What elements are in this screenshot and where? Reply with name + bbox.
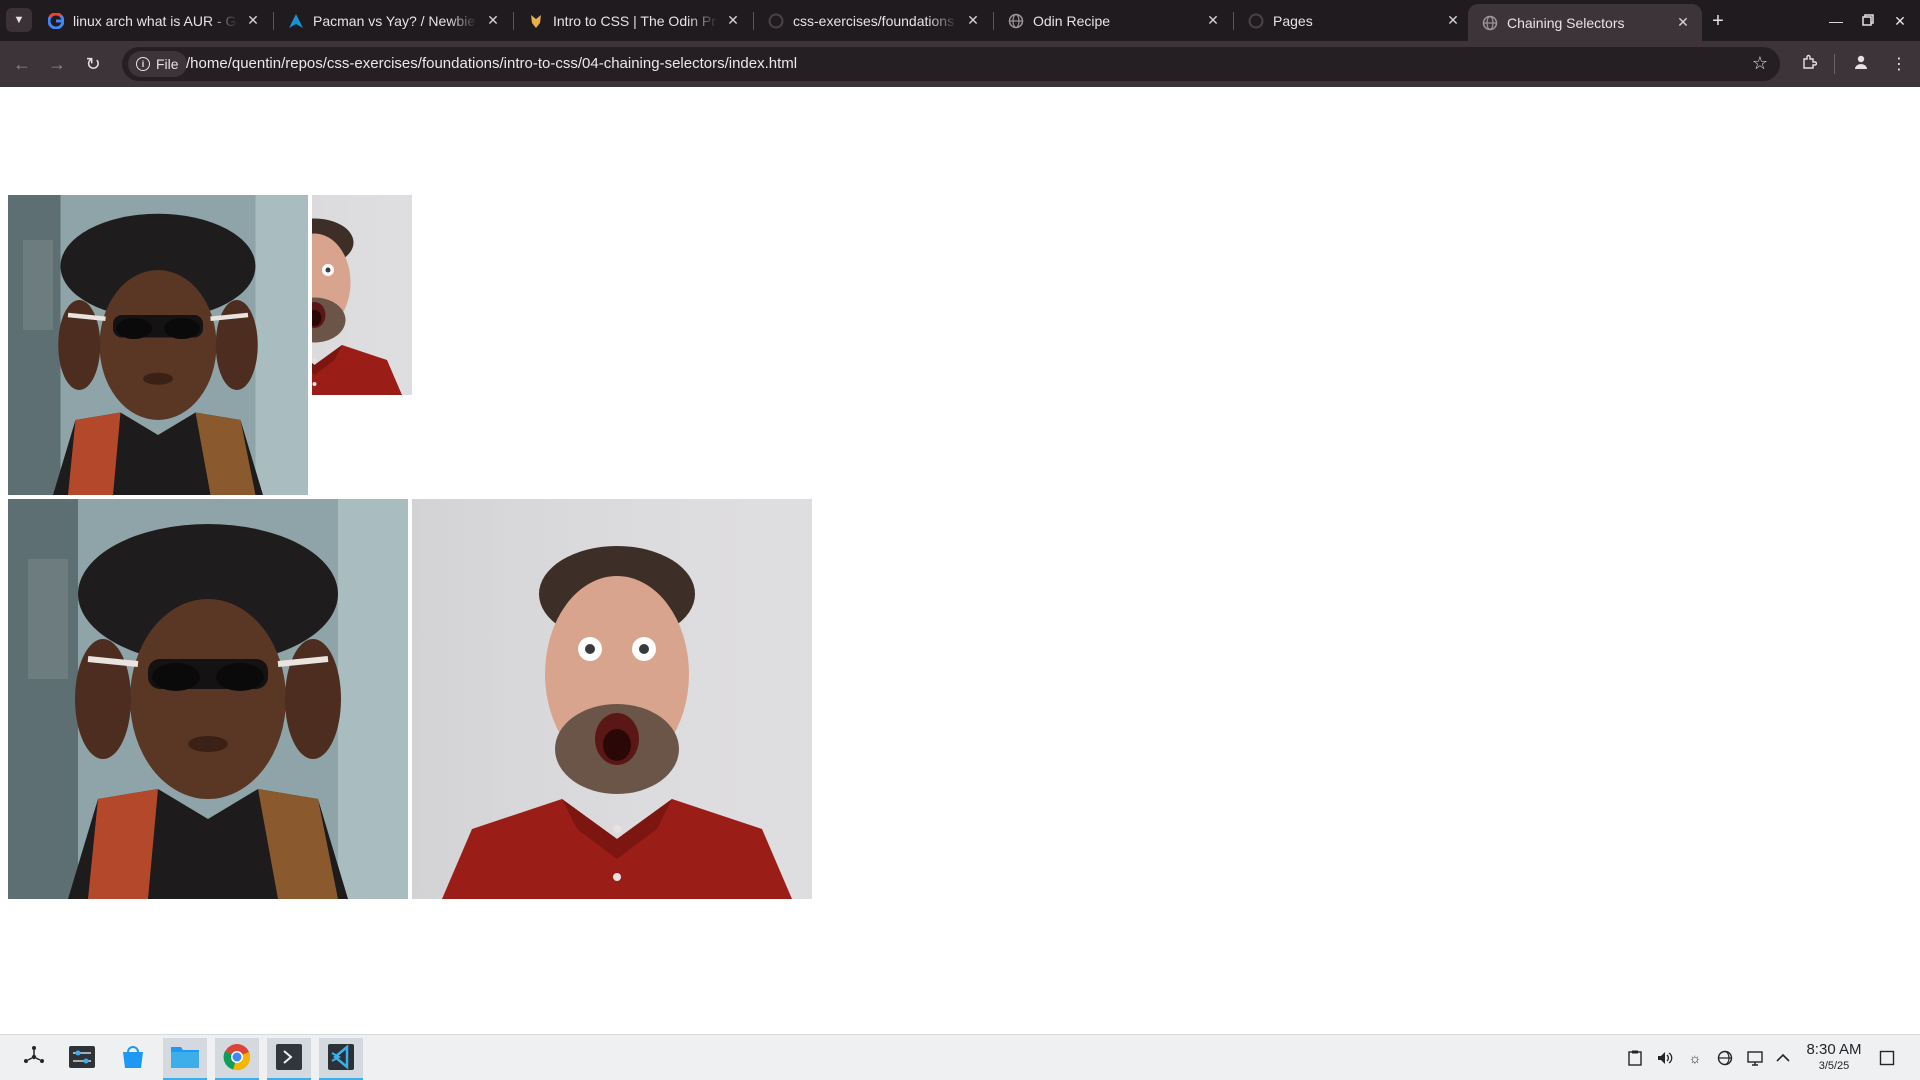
globe-icon — [1008, 13, 1024, 29]
vscode-icon — [327, 1043, 355, 1076]
tab-title: Pacman vs Yay? / Newbie Corner — [313, 12, 478, 29]
restore-button[interactable] — [1854, 9, 1882, 33]
woman-photo-image — [8, 195, 308, 495]
tab-intro-to-css[interactable]: Intro to CSS | The Odin Project ✕ — [514, 4, 752, 37]
vscode-button[interactable] — [319, 1038, 363, 1080]
clock-time: 8:30 AM — [1806, 1041, 1862, 1058]
woman-photo-small — [8, 195, 308, 495]
tab-pages[interactable]: Pages ✕ — [1234, 4, 1472, 37]
tab-chaining-selectors[interactable]: Chaining Selectors ✕ — [1468, 4, 1702, 41]
tab-title: linux arch what is AUR - Google Search — [73, 12, 238, 29]
arch-icon — [288, 13, 304, 29]
close-icon[interactable]: ✕ — [1444, 12, 1462, 30]
minimize-icon: — — [1829, 13, 1843, 29]
clock[interactable]: 8:30 AM 3/5/25 — [1800, 1041, 1868, 1073]
new-tab-button[interactable]: + — [1706, 9, 1730, 33]
tab-title: css-exercises/foundations at main — [793, 12, 958, 29]
close-icon[interactable]: ✕ — [724, 12, 742, 30]
toolbar-separator — [1834, 54, 1835, 74]
system-settings-button[interactable] — [60, 1038, 104, 1080]
tab-odin-recipe[interactable]: Odin Recipe ✕ — [994, 4, 1232, 37]
reload-button[interactable]: ↻ — [78, 49, 108, 79]
arrow-right-icon: → — [48, 53, 66, 74]
tab-title: Odin Recipe — [1033, 12, 1111, 29]
close-icon[interactable]: ✕ — [1674, 14, 1692, 32]
reload-icon: ↻ — [85, 53, 101, 74]
bookmark-star-icon[interactable]: ☆ — [1752, 53, 1768, 74]
tab-title: Pages — [1273, 12, 1313, 29]
terminal-button[interactable] — [267, 1038, 311, 1080]
display-tray-icon[interactable] — [1744, 1047, 1766, 1069]
close-icon[interactable]: ✕ — [484, 12, 502, 30]
close-icon[interactable]: ✕ — [1204, 12, 1222, 30]
info-icon: i — [136, 57, 150, 71]
tab-search-button[interactable]: ▼ — [6, 8, 32, 32]
google-icon — [48, 12, 64, 29]
discover-button[interactable] — [111, 1038, 155, 1080]
woman-photo-image — [8, 499, 408, 899]
browser-toolbar: ← → ↻ i File /home/quentin/repos/css-exe… — [0, 41, 1920, 87]
clipboard-tray-icon[interactable] — [1624, 1047, 1646, 1069]
man-photo-large — [412, 499, 812, 899]
close-icon[interactable]: ✕ — [244, 12, 262, 30]
forward-button[interactable]: → — [42, 49, 72, 79]
minimize-button[interactable]: — — [1822, 9, 1850, 33]
url-text[interactable]: /home/quentin/repos/css-exercises/founda… — [186, 47, 797, 81]
chrome-icon — [223, 1043, 251, 1076]
close-window-button[interactable]: ✕ — [1886, 9, 1914, 33]
plus-icon: + — [1712, 9, 1724, 32]
man-photo-tall — [312, 95, 512, 495]
discover-store-icon — [119, 1043, 147, 1076]
tab-google-search[interactable]: linux arch what is AUR - Google Search ✕ — [34, 4, 272, 37]
man-photo-image — [312, 95, 512, 495]
close-icon: ✕ — [1894, 12, 1906, 29]
chevron-up-icon[interactable] — [1772, 1047, 1794, 1069]
brightness-tray-icon[interactable]: ☼ — [1684, 1047, 1706, 1069]
github-icon — [768, 13, 784, 29]
chrome-button[interactable] — [215, 1038, 259, 1080]
taskbar: ☼ 8:30 AM 3/5/25 — [0, 1034, 1920, 1080]
system-settings-icon — [68, 1043, 96, 1076]
kebab-menu-icon: ⋮ — [1891, 56, 1907, 73]
globe-icon — [1482, 15, 1498, 31]
profile-icon — [1853, 54, 1869, 75]
file-manager-button[interactable] — [163, 1038, 207, 1080]
scheme-label: File — [156, 56, 179, 72]
show-desktop-button[interactable] — [1876, 1047, 1898, 1069]
tab-title: Intro to CSS | The Odin Project — [553, 12, 718, 29]
clock-date: 3/5/25 — [1818, 1060, 1850, 1072]
extensions-button[interactable] — [1794, 49, 1824, 79]
application-launcher-icon — [21, 1044, 47, 1075]
arrow-left-icon: ← — [13, 53, 31, 74]
profile-button[interactable] — [1846, 49, 1876, 79]
site-info-chip[interactable]: i File — [128, 51, 187, 77]
tab-strip: ▼ linux arch what is AUR - Google Search… — [0, 0, 1920, 41]
odin-icon — [528, 13, 544, 29]
close-icon[interactable]: ✕ — [964, 12, 982, 30]
restore-icon — [1862, 13, 1874, 29]
github-icon — [1248, 13, 1264, 29]
tab-pacman-vs-yay[interactable]: Pacman vs Yay? / Newbie Corner ✕ — [274, 4, 512, 37]
woman-photo-large — [8, 499, 408, 899]
chevron-down-icon: ▼ — [13, 14, 25, 26]
back-button[interactable]: ← — [7, 49, 37, 79]
terminal-icon — [275, 1043, 303, 1076]
application-launcher-button[interactable] — [12, 1038, 56, 1080]
address-bar[interactable]: i File /home/quentin/repos/css-exercises… — [122, 47, 1780, 81]
tab-css-exercises[interactable]: css-exercises/foundations at main ✕ — [754, 4, 992, 37]
file-manager-icon — [170, 1044, 200, 1075]
menu-button[interactable]: ⋮ — [1884, 49, 1914, 79]
network-tray-icon[interactable] — [1714, 1047, 1736, 1069]
volume-tray-icon[interactable] — [1654, 1047, 1676, 1069]
tab-title: Chaining Selectors — [1507, 14, 1625, 31]
puzzle-icon — [1801, 54, 1818, 75]
man-photo-image — [412, 499, 812, 899]
